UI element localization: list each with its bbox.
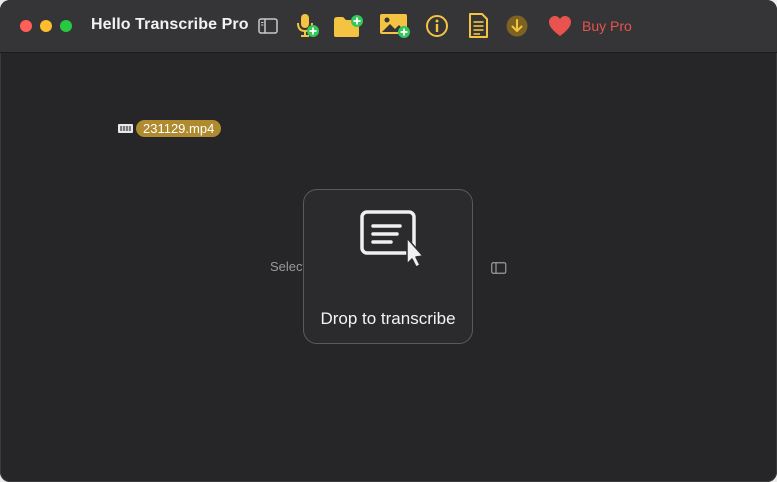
drop-zone-overlay[interactable]: Drop to transcribe bbox=[303, 189, 473, 344]
info-button[interactable] bbox=[423, 12, 451, 40]
heart-icon bbox=[549, 16, 571, 36]
transcribe-cursor-icon bbox=[360, 210, 424, 268]
sidebar-toggle-button[interactable] bbox=[254, 12, 282, 40]
add-microphone-icon bbox=[297, 14, 319, 37]
add-image-button[interactable] bbox=[379, 12, 411, 40]
info-icon bbox=[426, 15, 448, 37]
sidebar-toggle-icon bbox=[258, 18, 278, 34]
add-folder-button[interactable] bbox=[333, 12, 365, 40]
add-image-icon bbox=[380, 14, 410, 38]
drop-zone-label: Drop to transcribe bbox=[320, 309, 456, 328]
add-folder-icon bbox=[334, 15, 363, 37]
buy-pro-label: Buy Pro bbox=[582, 18, 632, 34]
buy-pro-button[interactable]: Buy Pro bbox=[548, 13, 632, 39]
transcript-document-button[interactable] bbox=[464, 12, 492, 40]
download-button[interactable] bbox=[504, 12, 532, 40]
dragged-file-name: 231129.mp4 bbox=[136, 120, 222, 137]
video-thumbnail-icon bbox=[118, 124, 133, 133]
new-recording-button[interactable] bbox=[294, 12, 322, 40]
download-icon bbox=[506, 15, 528, 37]
window-title: Hello Transcribe Pro bbox=[91, 16, 249, 33]
dragged-file[interactable]: 231129.mp4 bbox=[118, 120, 222, 137]
zoom-window-button[interactable] bbox=[60, 20, 72, 32]
minimize-window-button[interactable] bbox=[40, 20, 52, 32]
title-bar: Hello Transcribe Pro Buy Pro bbox=[0, 0, 777, 53]
sidebar-icon bbox=[491, 262, 507, 274]
app-window: Hello Transcribe Pro Buy Pro 231129.mp4 … bbox=[0, 0, 777, 482]
close-window-button[interactable] bbox=[20, 20, 32, 32]
document-icon bbox=[469, 13, 488, 38]
